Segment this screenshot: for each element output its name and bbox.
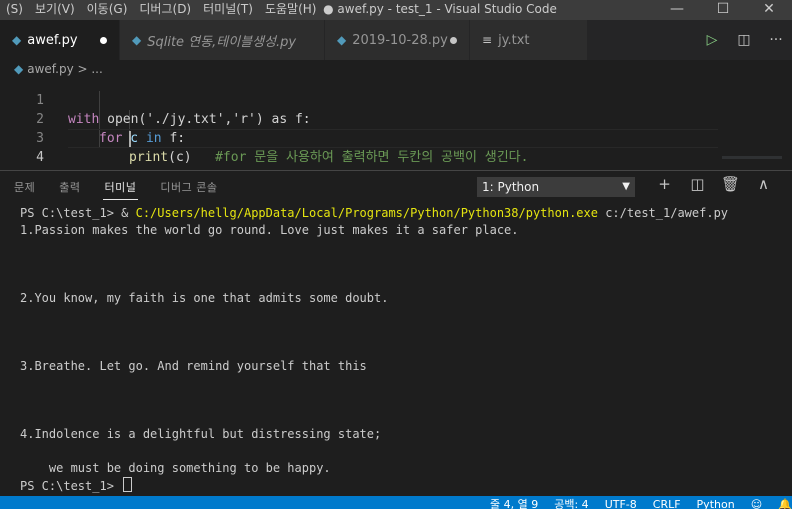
python-icon: ◆ bbox=[337, 33, 347, 47]
tab-jy-txt[interactable]: ≡ jy.txt bbox=[470, 20, 588, 60]
unsaved-dot-icon[interactable] bbox=[450, 37, 457, 44]
end-of-line[interactable]: CRLF bbox=[653, 498, 681, 509]
terminal-line: we must be doing something to be happy. bbox=[20, 461, 331, 475]
terminal-command-line: PS C:\test_1> & C:/Users/hellg/AppData/L… bbox=[20, 206, 729, 220]
code-line: 4 bbox=[36, 150, 44, 165]
status-bar: 줄 4, 열 9 공백: 4 UTF-8 CRLF Python ☺ 🔔 bbox=[0, 496, 792, 509]
language-mode[interactable]: Python bbox=[697, 498, 735, 509]
terminal-line: 2.You know, my faith is one that admits … bbox=[20, 291, 389, 305]
menu-item-terminal[interactable]: 터미널(T) bbox=[197, 0, 259, 20]
python-icon: ◆ bbox=[12, 33, 22, 47]
python-icon: ◆ bbox=[132, 33, 142, 47]
run-icon[interactable]: ▷ bbox=[696, 32, 728, 48]
menu-item-view[interactable]: 보기(V) bbox=[29, 0, 81, 20]
terminal-output[interactable]: PS C:\test_1> & C:/Users/hellg/AppData/L… bbox=[0, 205, 792, 495]
tab-terminal[interactable]: 터미널 bbox=[102, 179, 139, 200]
code-editor[interactable]: 1 with open('./jy.txt','r') as f: 2 for … bbox=[0, 78, 792, 170]
trash-icon[interactable]: 🗑 bbox=[714, 175, 747, 193]
menu-item-selection[interactable]: (S) bbox=[0, 0, 29, 20]
code-line: 3 print(c) #for 문을 사용하여 출력하면 두칸의 공백이 생긴다… bbox=[36, 131, 529, 165]
split-terminal-icon[interactable]: ◫ bbox=[681, 175, 714, 193]
title-bar: (S) 보기(V) 이동(G) 디버그(D) 터미널(T) 도움말(H) ● a… bbox=[0, 0, 792, 20]
breadcrumb: ◆ awef.py > ... bbox=[0, 60, 792, 78]
feedback-icon[interactable]: ☺ bbox=[751, 498, 762, 509]
breadcrumb-file[interactable]: awef.py bbox=[27, 62, 73, 76]
cursor-position[interactable]: 줄 4, 열 9 bbox=[490, 498, 538, 509]
code-line: 2 for c in f: bbox=[36, 112, 186, 146]
tab-problems[interactable]: 문제 bbox=[12, 179, 37, 200]
encoding[interactable]: UTF-8 bbox=[605, 498, 637, 509]
terminal-prompt: PS C:\test_1> bbox=[20, 477, 133, 495]
split-editor-icon[interactable]: ◫ bbox=[728, 32, 760, 48]
terminal-select[interactable]: 1: Python ▼ bbox=[477, 177, 635, 197]
panel-actions: + ◫ 🗑 ∧ ✕ bbox=[648, 175, 792, 193]
tab-sqlite-py[interactable]: ◆ Sqlite 연동,테이블생성.py bbox=[120, 20, 325, 60]
chevron-down-icon: ▼ bbox=[622, 181, 630, 192]
terminal-line: 3.Breathe. Let go. And remind yourself t… bbox=[20, 359, 367, 373]
tab-output[interactable]: 출력 bbox=[57, 179, 82, 200]
minimize-button[interactable]: — bbox=[654, 0, 700, 20]
text-cursor bbox=[129, 131, 131, 147]
menu-item-go[interactable]: 이동(G) bbox=[81, 0, 134, 20]
maximize-panel-icon[interactable]: ∧ bbox=[747, 175, 780, 193]
editor-actions: ▷ ◫ ··· bbox=[696, 20, 792, 60]
window-title: ● awef.py - test_1 - Visual Studio Code bbox=[323, 2, 557, 16]
tab-awef-py[interactable]: ◆ awef.py bbox=[0, 20, 120, 60]
terminal-line: 4.Indolence is a delightful but distress… bbox=[20, 427, 382, 441]
close-panel-icon[interactable]: ✕ bbox=[780, 175, 792, 193]
breadcrumb-rest[interactable]: > ... bbox=[78, 62, 103, 76]
bell-icon[interactable]: 🔔 bbox=[778, 498, 792, 509]
minimap[interactable] bbox=[722, 156, 782, 159]
close-window-button[interactable]: ✕ bbox=[746, 0, 792, 20]
tab-label: Sqlite 연동,테이블생성.py bbox=[147, 34, 297, 50]
bottom-panel: 문제 출력 터미널 디버그 콘솔 1: Python ▼ + ◫ 🗑 ∧ ✕ P… bbox=[0, 170, 792, 496]
unsaved-dot-icon[interactable] bbox=[100, 37, 107, 44]
tab-2019-10-28-py[interactable]: ◆ 2019-10-28.py bbox=[325, 20, 470, 60]
more-actions-icon[interactable]: ··· bbox=[760, 32, 792, 48]
tab-label: 2019-10-28.py bbox=[352, 32, 448, 48]
indentation[interactable]: 공백: 4 bbox=[554, 498, 588, 509]
terminal-cursor bbox=[123, 477, 133, 492]
tab-debug-console[interactable]: 디버그 콘솔 bbox=[158, 179, 219, 200]
text-file-icon: ≡ bbox=[482, 33, 493, 47]
add-terminal-icon[interactable]: + bbox=[648, 175, 681, 193]
menu-item-help[interactable]: 도움말(H) bbox=[259, 0, 323, 20]
maximize-button[interactable]: ☐ bbox=[700, 0, 746, 20]
python-icon: ◆ bbox=[14, 62, 24, 76]
panel-tabs: 문제 출력 터미널 디버그 콘솔 bbox=[12, 179, 239, 200]
menu-item-debug[interactable]: 디버그(D) bbox=[133, 0, 197, 20]
menu-bar: (S) 보기(V) 이동(G) 디버그(D) 터미널(T) 도움말(H) bbox=[0, 0, 322, 20]
tab-label: awef.py bbox=[27, 32, 78, 48]
code-line: 1 with open('./jy.txt','r') as f: bbox=[36, 93, 311, 127]
editor-tab-bar: ◆ awef.py ◆ Sqlite 연동,테이블생성.py ◆ 2019-10… bbox=[0, 20, 792, 60]
tab-label: jy.txt bbox=[498, 32, 530, 48]
terminal-line: 1.Passion makes the world go round. Love… bbox=[20, 223, 519, 237]
